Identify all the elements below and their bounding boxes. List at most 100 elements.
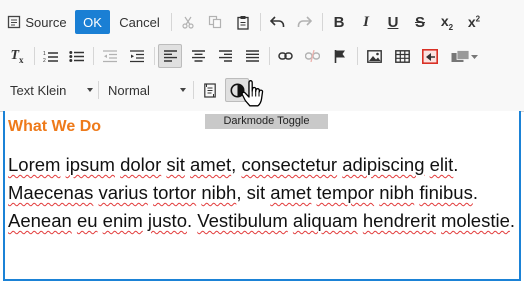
font-size-select-value: Text Klein xyxy=(10,82,67,98)
widget-dropdown-button[interactable] xyxy=(447,44,481,68)
bullet-list-icon xyxy=(68,50,84,63)
format-select[interactable]: Normal xyxy=(103,78,188,102)
text-segment: . xyxy=(509,210,516,231)
link-icon xyxy=(277,51,293,61)
misspelled-word: Maecenas xyxy=(8,182,94,203)
tooltip: Darkmode Toggle xyxy=(205,114,328,129)
toolbar-separator xyxy=(34,47,35,65)
italic-icon: I xyxy=(363,13,369,30)
subscript-button[interactable]: x2 xyxy=(435,10,459,34)
misspelled-word: tempor xyxy=(316,182,375,203)
image-map-button[interactable] xyxy=(418,44,442,68)
toolbar-row-2: Tx 12 xyxy=(0,37,524,73)
underline-button[interactable]: U xyxy=(381,10,405,34)
strikethrough-button[interactable]: S xyxy=(408,10,432,34)
misspelled-word: nibh xyxy=(379,182,415,203)
toolbar-separator xyxy=(260,13,261,31)
misspelled-word: consectetur xyxy=(241,154,338,175)
scissors-icon xyxy=(181,15,195,29)
misspelled-word: nibh xyxy=(201,182,237,203)
misspelled-word: ipsum xyxy=(65,154,115,175)
outdent-icon xyxy=(103,49,117,63)
misspelled-word: Vestibulum xyxy=(197,210,288,231)
misspelled-word: dolor xyxy=(120,154,162,175)
table-button[interactable] xyxy=(390,44,414,68)
content-paragraph: Lorem ipsum dolor sit amet, consectetur … xyxy=(8,151,520,235)
redo-icon xyxy=(297,16,312,28)
misspelled-word: enim xyxy=(102,210,143,231)
superscript-button[interactable]: x2 xyxy=(462,10,486,34)
superscript-icon: x2 xyxy=(467,14,481,30)
bullet-list-button[interactable] xyxy=(64,44,88,68)
align-center-button[interactable] xyxy=(186,44,210,68)
align-right-icon xyxy=(218,50,232,62)
ok-button[interactable]: OK xyxy=(75,10,110,34)
misspelled-word: aliquam xyxy=(292,210,358,231)
source-icon xyxy=(7,15,21,29)
subscript-icon: x2 xyxy=(440,12,454,32)
misspelled-word: hendrerit xyxy=(362,210,436,231)
content-heading: What We Do xyxy=(8,118,102,135)
justify-button[interactable] xyxy=(240,44,264,68)
cancel-button[interactable]: Cancel xyxy=(114,10,165,34)
bold-icon: B xyxy=(333,13,345,31)
misspelled-word: finibus xyxy=(419,182,473,203)
image-icon xyxy=(366,49,382,63)
undo-icon xyxy=(269,16,285,28)
show-blocks-button[interactable] xyxy=(198,78,222,102)
toolbar-separator xyxy=(171,13,172,31)
hand-pointer-cursor-icon xyxy=(241,80,265,113)
align-left-button[interactable] xyxy=(158,44,182,68)
cancel-button-label: Cancel xyxy=(119,14,160,30)
remove-format-icon: Tx xyxy=(10,47,24,65)
remove-format-button[interactable]: Tx xyxy=(5,44,29,68)
toolbar-separator xyxy=(193,81,194,99)
undo-button[interactable] xyxy=(265,10,289,34)
paste-button[interactable] xyxy=(231,10,255,34)
chevron-down-icon xyxy=(87,88,93,92)
misspelled-word: Lorem xyxy=(8,154,61,175)
misspelled-word: eu xyxy=(76,210,98,231)
chevron-down-icon xyxy=(180,88,186,92)
source-button[interactable]: Source xyxy=(5,10,69,34)
cut-button[interactable] xyxy=(176,10,200,34)
toolbar-separator xyxy=(98,81,99,99)
ok-button-label: OK xyxy=(83,14,102,30)
text-segment: . xyxy=(186,210,198,231)
strikethrough-icon: S xyxy=(414,13,425,31)
image-button[interactable] xyxy=(362,44,386,68)
format-select-value: Normal xyxy=(108,82,150,98)
text-segment: , xyxy=(231,154,242,175)
italic-button[interactable]: I xyxy=(354,10,378,34)
redo-button[interactable] xyxy=(292,10,316,34)
misspelled-word: amet xyxy=(270,182,312,203)
toolbar-separator xyxy=(93,47,94,65)
numbered-list-button[interactable]: 12 xyxy=(38,44,62,68)
anchor-button[interactable] xyxy=(328,44,352,68)
align-center-icon xyxy=(191,50,205,62)
bold-button[interactable]: B xyxy=(327,10,351,34)
misspelled-word: tortor xyxy=(153,182,197,203)
copy-icon xyxy=(208,15,222,29)
flag-icon xyxy=(334,49,346,63)
unlink-icon xyxy=(304,50,320,62)
outdent-button[interactable] xyxy=(98,44,122,68)
indent-icon xyxy=(130,49,144,63)
justify-icon xyxy=(245,50,259,62)
table-icon xyxy=(394,49,410,63)
unlink-button[interactable] xyxy=(300,44,324,68)
link-button[interactable] xyxy=(273,44,297,68)
misspelled-word: elit xyxy=(429,154,454,175)
text-segment: , sit xyxy=(236,182,271,203)
misspelled-word: amet xyxy=(190,154,232,175)
source-button-label: Source xyxy=(25,14,67,30)
editor-content-area[interactable]: What We Do Lorem ipsum dolor sit amet, c… xyxy=(3,111,521,281)
font-size-select[interactable]: Text Klein xyxy=(5,78,95,102)
svg-text:2: 2 xyxy=(43,58,46,63)
indent-button[interactable] xyxy=(125,44,149,68)
copy-button[interactable] xyxy=(203,10,227,34)
image-map-icon xyxy=(422,48,438,64)
text-segment: . xyxy=(453,154,459,175)
svg-text:1: 1 xyxy=(43,51,46,57)
align-right-button[interactable] xyxy=(213,44,237,68)
